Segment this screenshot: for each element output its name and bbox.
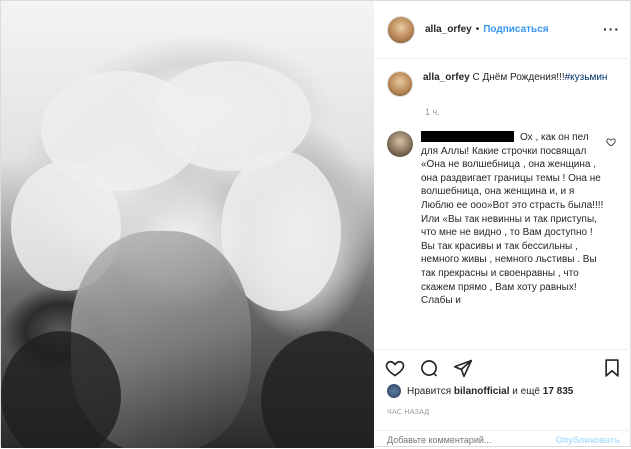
likes-prefix: Нравится [407,385,452,397]
liker-username[interactable]: bilanofficial [454,386,510,397]
author-username[interactable]: alla_orfey [425,24,472,35]
caption-avatar[interactable] [387,71,413,97]
comment-text-block: Ох , как он пел для Аллы! Какие строчки … [421,131,605,308]
likes-summary: Нравится bilanofficial и ещё 17 835 [387,384,573,398]
comment-item: Ох , как он пел для Аллы! Какие строчки … [387,131,620,308]
save-bookmark-button[interactable] [602,358,622,381]
comments-section[interactable]: alla_orfey С Днём Рождения!!!#кузьмин 1 … [375,59,631,349]
caption-text: С Днём Рождения!!! [472,72,565,83]
caption-username[interactable]: alla_orfey [423,72,470,83]
header-separator: • [475,24,480,35]
follow-button[interactable]: Подписаться [483,24,548,35]
commenter-avatar[interactable] [387,131,413,157]
add-comment-input[interactable] [387,435,557,445]
author-avatar[interactable] [387,15,415,44]
post-frame: alla_orfey • Подписаться ··· alla_orfey … [0,0,631,448]
caption-text-block: alla_orfey С Днём Рождения!!!#кузьмин [423,71,607,97]
share-plane-icon[interactable] [453,358,473,378]
post-time: ЧАС НАЗАД [387,409,430,416]
comment-text: Ох , как он пел для Аллы! Какие строчки … [421,132,604,307]
post-actions: Нравится bilanofficial и ещё 17 835 ЧАС … [375,349,631,448]
comment-like-heart-icon[interactable] [606,137,616,147]
likes-count[interactable]: 17 835 [543,386,574,397]
post-header: alla_orfey • Подписаться ··· [375,1,631,59]
caption: alla_orfey С Днём Рождения!!!#кузьмин [387,71,620,97]
caption-time: 1 ч. [425,107,440,117]
add-comment-bar: Опубликовать [375,430,631,449]
photo-shadow-region [261,331,374,448]
publish-button[interactable]: Опубликовать [556,435,620,445]
more-options-icon[interactable]: ··· [603,21,620,37]
liker-avatar[interactable] [387,384,401,398]
caption-hashtag[interactable]: #кузьмин [565,72,608,83]
post-photo[interactable] [1,1,374,448]
action-icons [385,358,473,378]
redacted-username [421,131,514,142]
like-heart-icon[interactable] [385,358,405,378]
likes-middle: и ещё [512,385,540,397]
bookmark-icon [605,359,619,377]
comment-bubble-icon[interactable] [419,358,439,378]
